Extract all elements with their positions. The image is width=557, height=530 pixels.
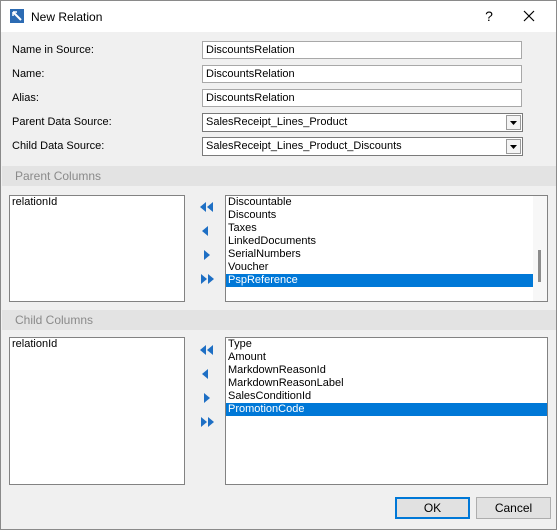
list-item[interactable]: PspReference	[226, 274, 547, 287]
child-data-source-select[interactable]: SalesReceipt_Lines_Product_Discounts	[202, 137, 523, 156]
list-item[interactable]: relationId	[10, 338, 184, 351]
ok-button[interactable]: OK	[395, 497, 470, 519]
parent-data-source-label: Parent Data Source:	[12, 116, 112, 128]
scrollbar-thumb[interactable]	[538, 250, 541, 282]
list-item[interactable]: MarkdownReasonLabel	[226, 377, 547, 390]
title-bar: New Relation ?	[1, 1, 556, 32]
alias-label: Alias:	[12, 92, 39, 104]
move-right-icon[interactable]	[198, 391, 216, 405]
parent-available-list[interactable]: Discountable Discounts Taxes LinkedDocument…	[225, 195, 548, 302]
list-item[interactable]: SalesConditionId	[226, 390, 547, 403]
help-button[interactable]: ?	[478, 6, 500, 26]
list-item[interactable]: LinkedDocuments	[226, 235, 547, 248]
list-item[interactable]: MarkdownReasonId	[226, 364, 547, 377]
list-item[interactable]: SerialNumbers	[226, 248, 547, 261]
close-button[interactable]	[518, 6, 540, 26]
list-item[interactable]: Voucher	[226, 261, 547, 274]
list-item[interactable]: Amount	[226, 351, 547, 364]
name-input[interactable]: DiscountsRelation	[202, 65, 522, 83]
child-columns-header: Child Columns	[2, 310, 556, 330]
child-available-list[interactable]: Type Amount MarkdownReasonId MarkdownReason…	[225, 337, 548, 485]
parent-selected-list[interactable]: relationId	[9, 195, 185, 302]
list-item[interactable]: Type	[226, 338, 547, 351]
name-in-source-input[interactable]: DiscountsRelation	[202, 41, 522, 59]
move-all-right-icon[interactable]	[198, 272, 216, 286]
parent-columns-header: Parent Columns	[2, 166, 556, 186]
parent-data-source-select[interactable]: SalesReceipt_Lines_Product	[202, 113, 523, 132]
name-in-source-label: Name in Source:	[12, 44, 94, 56]
list-item[interactable]: relationId	[10, 196, 184, 209]
child-columns-title: Child Columns	[15, 313, 94, 327]
move-left-icon[interactable]	[198, 224, 216, 238]
move-all-right-icon[interactable]	[198, 415, 216, 429]
chevron-down-icon[interactable]	[506, 115, 521, 130]
window-title: New Relation	[31, 10, 103, 24]
scrollbar[interactable]	[533, 196, 547, 301]
list-item[interactable]: Taxes	[226, 222, 547, 235]
parent-data-source-value: SalesReceipt_Lines_Product	[206, 116, 348, 128]
move-left-icon[interactable]	[198, 367, 216, 381]
close-icon	[523, 10, 535, 22]
list-item[interactable]: PromotionCode	[226, 403, 547, 416]
list-item[interactable]: Discounts	[226, 209, 547, 222]
parent-columns-title: Parent Columns	[15, 169, 102, 183]
new-relation-dialog: New Relation ? Name in Source: Discounts…	[0, 0, 557, 530]
move-all-left-icon[interactable]	[198, 200, 216, 214]
child-data-source-value: SalesReceipt_Lines_Product_Discounts	[206, 140, 402, 152]
name-label: Name:	[12, 68, 45, 80]
child-data-source-label: Child Data Source:	[12, 140, 105, 152]
move-right-icon[interactable]	[198, 248, 216, 262]
chevron-down-icon[interactable]	[506, 139, 521, 154]
cancel-button[interactable]: Cancel	[476, 497, 551, 519]
list-item[interactable]: Discountable	[226, 196, 547, 209]
move-all-left-icon[interactable]	[198, 343, 216, 357]
alias-input[interactable]: DiscountsRelation	[202, 89, 522, 107]
app-icon	[10, 9, 24, 23]
dialog-footer: OK Cancel	[2, 492, 556, 529]
child-selected-list[interactable]: relationId	[9, 337, 185, 485]
